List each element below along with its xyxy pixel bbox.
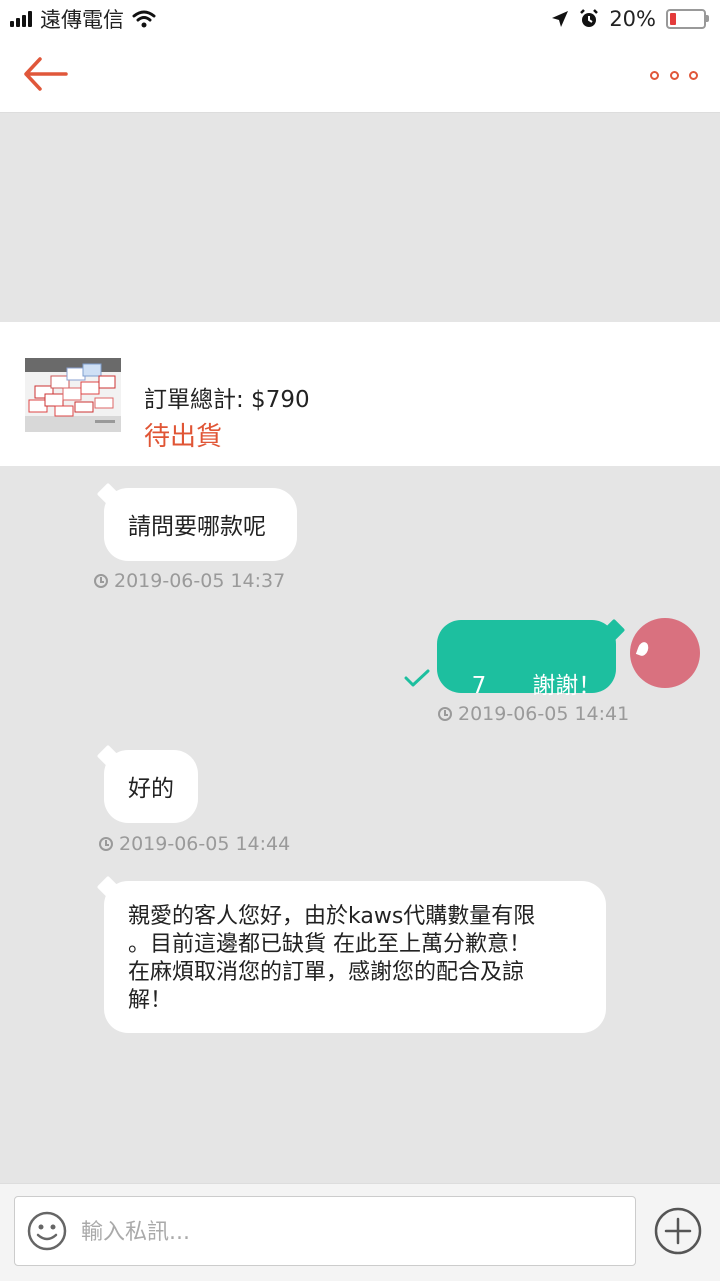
message-text: 好的 [128, 776, 174, 802]
message-text: 請問要哪款呢 [128, 514, 266, 540]
back-button[interactable] [22, 54, 70, 96]
battery-icon [666, 9, 709, 29]
message-timestamp: 2019-06-05 14:44 [99, 833, 290, 855]
add-attachment-button[interactable] [654, 1207, 702, 1255]
plus-icon [654, 1207, 702, 1255]
clock-icon [438, 707, 452, 721]
message-bubble-incoming: 好的 [104, 750, 198, 823]
message-bubble-incoming: 親愛的客人您好，由於kaws代購數量有限 。目前這邊都已缺貨 在此至上萬分歉意！… [104, 881, 606, 1033]
message-bubble-incoming: 請問要哪款呢 [104, 488, 297, 561]
message-line: 在麻煩取消您的訂單，感謝您的配合及諒 [128, 960, 525, 985]
battery-percent: 20% [609, 7, 656, 31]
back-arrow-icon [24, 57, 68, 91]
order-total: 訂單總計: $790 [144, 387, 310, 413]
message-line: 。目前這邊都已缺貨 在此至上萬分歉意！ [128, 932, 531, 957]
status-bar: 遠傳電信 20% [0, 0, 720, 38]
message-line: 親愛的客人您好，由於kaws代購數量有限 [128, 904, 536, 929]
emoji-icon [27, 1211, 67, 1251]
location-arrow-icon [552, 11, 569, 27]
message-input-field[interactable] [14, 1196, 636, 1267]
more-icon [650, 70, 659, 80]
status-right: 20% [551, 6, 709, 32]
more-button[interactable] [650, 60, 698, 90]
message-timestamp: 2019-06-05 14:41 [438, 703, 629, 725]
avatar[interactable] [630, 618, 700, 688]
carrier-label: 遠傳電信 [40, 8, 124, 32]
status-left: 遠傳電信 [10, 6, 156, 32]
alarm-icon [580, 9, 599, 27]
message-bubble-outgoing: 7 謝謝！ [437, 620, 616, 699]
order-status: 待出貨 [144, 422, 223, 452]
clock-icon [99, 837, 113, 851]
wifi-icon [132, 10, 156, 28]
message-input[interactable] [79, 1197, 623, 1267]
message-timestamp: 2019-06-05 14:37 [94, 570, 285, 592]
signal-icon [10, 11, 32, 27]
nav-bar [0, 38, 720, 113]
message-text: 7 謝謝！ [471, 673, 602, 699]
product-thumbnail [25, 358, 121, 432]
order-card[interactable] [0, 322, 720, 466]
message-input-bar [0, 1183, 720, 1281]
check-icon [404, 669, 430, 687]
message-line: 解！ [128, 988, 173, 1013]
clock-icon [94, 574, 108, 588]
emoji-button[interactable] [27, 1211, 67, 1251]
